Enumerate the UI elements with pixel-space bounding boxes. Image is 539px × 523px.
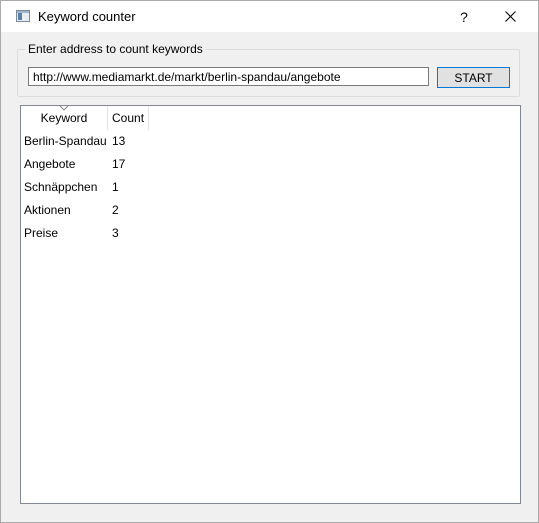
count-cell: 1 <box>112 180 119 194</box>
close-icon <box>504 11 516 22</box>
url-input[interactable] <box>28 67 429 86</box>
keyword-cell: Preise <box>24 226 59 240</box>
address-group-title: Enter address to count keywords <box>25 42 206 56</box>
count-cell: 13 <box>112 134 126 148</box>
table-row[interactable]: Aktionen 2 <box>21 199 151 222</box>
keyword-cell: Aktionen <box>24 203 71 217</box>
start-button[interactable]: START <box>437 67 510 88</box>
help-icon: ? <box>460 8 468 25</box>
column-header-keyword-label: Keyword <box>40 111 88 125</box>
keyword-table[interactable]: Keyword Count Berlin-Spandau 13 Angebote… <box>20 105 521 504</box>
column-header-count[interactable]: Count <box>108 106 149 130</box>
table-row[interactable]: Preise 3 <box>21 222 151 245</box>
count-cell: 3 <box>112 226 119 240</box>
keyword-cell: Berlin-Spandau <box>24 134 107 148</box>
keyword-cell: Schnäppchen <box>24 180 98 194</box>
title-bar[interactable]: Keyword counter ? <box>1 1 538 32</box>
table-row[interactable]: Schnäppchen 1 <box>21 176 151 199</box>
keyword-counter-window: Keyword counter ? Enter address to count… <box>0 0 539 523</box>
window-title: Keyword counter <box>38 9 136 24</box>
column-header-count-label: Count <box>112 111 145 125</box>
app-window-icon <box>16 10 30 22</box>
help-button[interactable]: ? <box>441 1 487 32</box>
table-header: Keyword Count <box>21 105 149 130</box>
count-cell: 17 <box>112 157 126 171</box>
sort-ascending-icon <box>59 105 69 111</box>
keyword-cell: Angebote <box>24 157 76 171</box>
count-cell: 2 <box>112 203 119 217</box>
table-row[interactable]: Berlin-Spandau 13 <box>21 130 151 153</box>
close-button[interactable] <box>487 1 533 32</box>
table-row[interactable]: Angebote 17 <box>21 153 151 176</box>
